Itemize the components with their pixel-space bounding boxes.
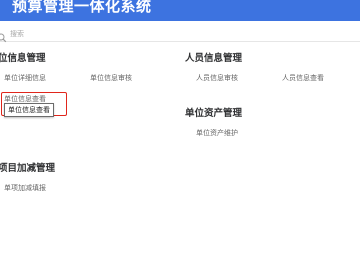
menu-item-personnel-view[interactable]: 人员信息查看 [282,73,324,83]
section-title-unit-info: 位信息管理 [0,53,46,64]
section-title-personnel-info: 人员信息管理 [185,53,243,64]
menu-item-unit-asset-maintain[interactable]: 单位资产维护 [196,128,238,138]
tooltip: 单位信息查看 [4,103,54,117]
menu-item-unit-detail[interactable]: 单位详细信息 [4,73,46,83]
menu-item-personnel-review[interactable]: 人员信息审核 [196,73,238,83]
search-icon [0,28,7,43]
section-title-project-adjust: 项目加减管理 [0,163,56,174]
menu-item-project-adjust-fill[interactable]: 单项加减填报 [4,183,46,193]
search-input[interactable] [10,27,210,40]
app-header: 预算管理一体化系统 [0,0,360,21]
menu-item-unit-review[interactable]: 单位信息审核 [90,73,132,83]
search-bar [0,27,360,43]
section-title-unit-assets: 单位资产管理 [185,108,243,119]
app-title: 预算管理一体化系统 [12,0,152,15]
